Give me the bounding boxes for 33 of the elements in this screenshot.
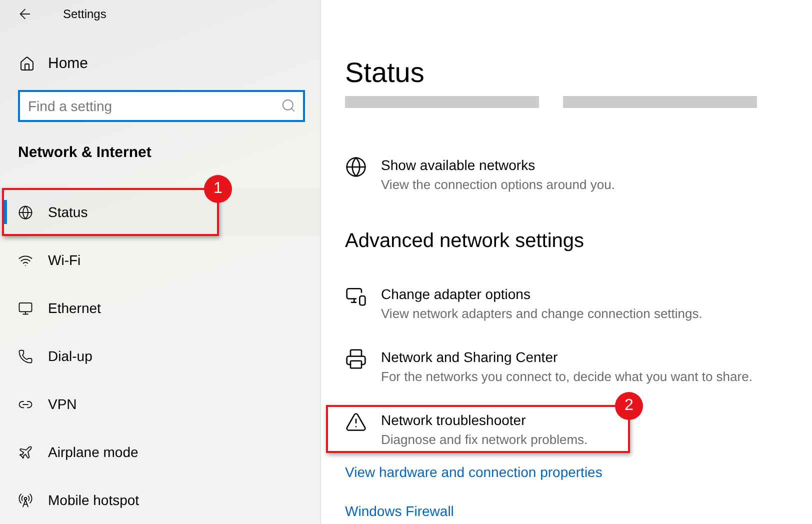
window-title: Settings: [63, 6, 106, 21]
antenna-icon: [18, 492, 33, 508]
section-heading: Network & Internet: [18, 143, 152, 163]
page-title: Status: [345, 56, 426, 90]
search-icon: [281, 98, 296, 113]
button[interactable]: [563, 96, 757, 108]
home-icon: [19, 56, 35, 72]
step-number: 1: [204, 175, 232, 203]
button[interactable]: [345, 96, 539, 108]
phone-icon: [18, 348, 33, 364]
nav-item[interactable]: Wi-Fi: [0, 236, 320, 284]
section-heading: Advanced network settings: [345, 229, 586, 254]
globe-icon: [345, 156, 367, 178]
setting-link[interactable]: Show available networks View the connection options around you.: [345, 156, 615, 194]
link[interactable]: Windows Firewall: [345, 501, 454, 521]
link[interactable]: View hardware and connection properties: [345, 462, 602, 482]
nav-item[interactable]: Ethernet: [0, 284, 320, 332]
printer-icon: [345, 348, 367, 370]
nav-item[interactable]: Mobile hotspot: [0, 476, 320, 524]
step-number: 2: [615, 392, 643, 420]
home-nav-item[interactable]: Home: [0, 48, 320, 80]
monitor-icon: [345, 285, 367, 307]
monitor-icon: [18, 300, 33, 316]
globe-icon: [18, 204, 33, 220]
setting-link[interactable]: Network and Sharing Center For the networks you connect to, decide what you want to share.: [345, 348, 752, 386]
warning-icon: [345, 411, 367, 433]
search-field[interactable]: Find a setting: [18, 90, 305, 122]
setting-link[interactable]: Network troubleshooter Diagnose and fix network problems.: [345, 411, 588, 449]
nav-item[interactable]: Airplane mode: [0, 428, 320, 476]
airplane-icon: [18, 444, 33, 460]
nav-item[interactable]: VPN: [0, 380, 320, 428]
nav-item[interactable]: Dial-up: [0, 332, 320, 380]
setting-link[interactable]: Change adapter options View network adapters and change connection settings.: [345, 285, 702, 323]
